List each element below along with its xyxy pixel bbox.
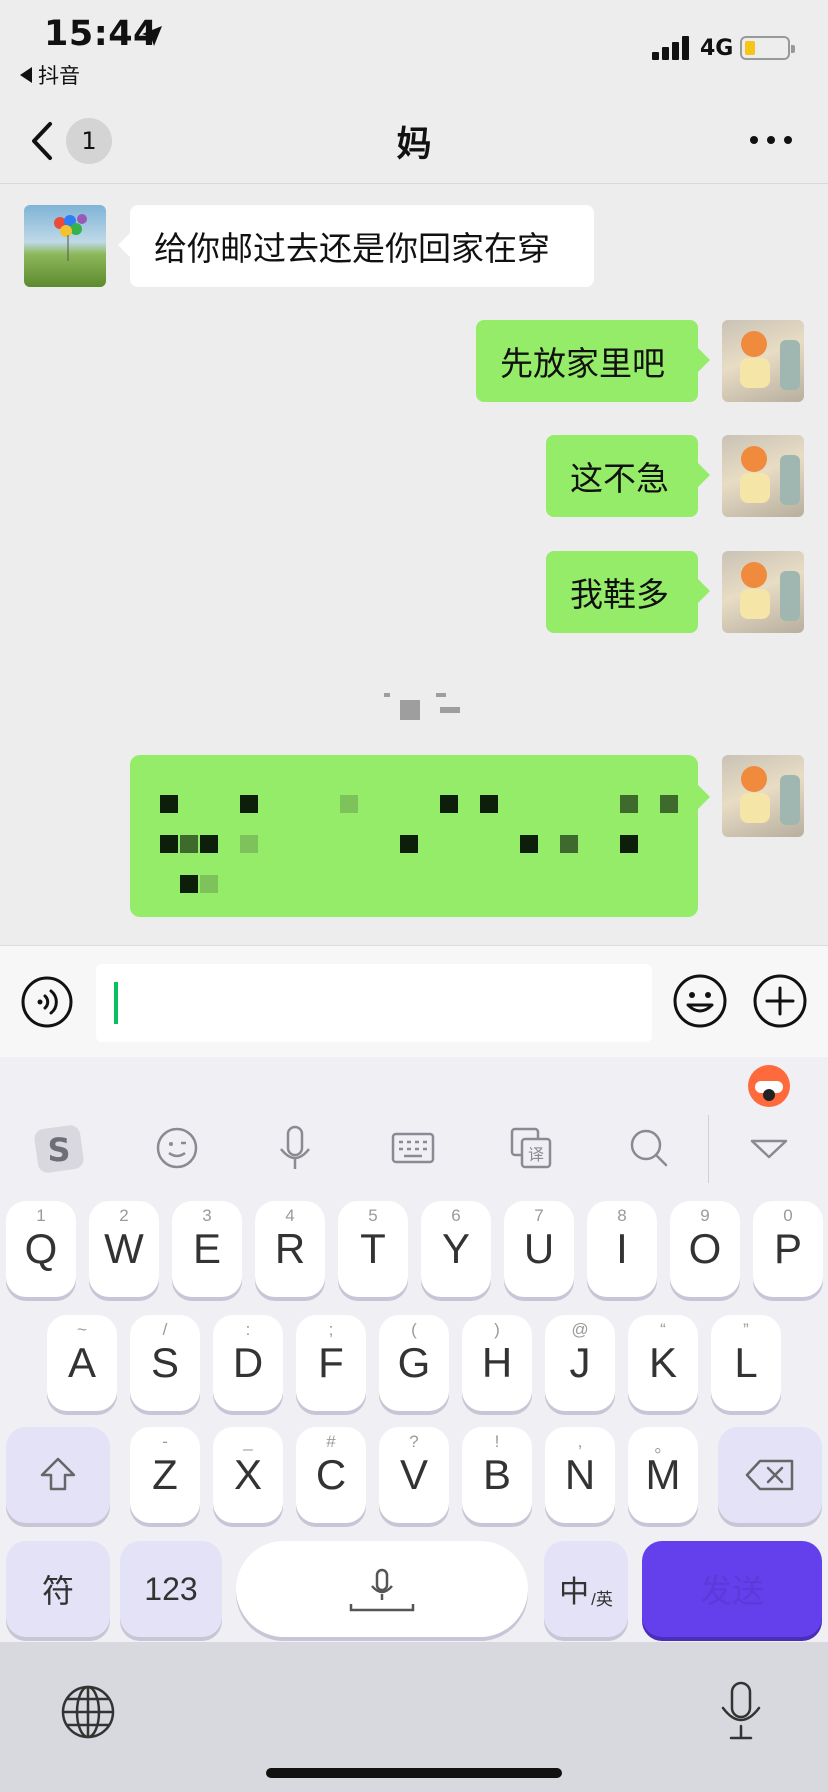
message-bubble[interactable]: 这不急 bbox=[546, 435, 710, 517]
key-u[interactable]: 7U bbox=[504, 1201, 574, 1297]
microphone-icon[interactable] bbox=[266, 1119, 324, 1177]
key-i[interactable]: 8I bbox=[587, 1201, 657, 1297]
key-p[interactable]: 0P bbox=[753, 1201, 823, 1297]
home-indicator[interactable] bbox=[266, 1768, 562, 1778]
back-to-app-link[interactable]: 抖音 bbox=[20, 60, 80, 90]
key-a[interactable]: ~ A bbox=[47, 1315, 117, 1411]
key-f[interactable]: ; F bbox=[296, 1315, 366, 1411]
key-l[interactable]: ” L bbox=[711, 1315, 781, 1411]
input-bar bbox=[0, 945, 828, 1057]
key-k[interactable]: “K bbox=[628, 1315, 698, 1411]
my-avatar[interactable] bbox=[722, 435, 804, 517]
shift-arrow-icon bbox=[40, 1457, 76, 1491]
key-j[interactable]: @ J bbox=[545, 1315, 615, 1411]
key-h[interactable]: ) H bbox=[462, 1315, 532, 1411]
backspace-icon bbox=[745, 1459, 794, 1491]
my-avatar[interactable] bbox=[722, 755, 804, 837]
emoji-icon[interactable] bbox=[672, 973, 728, 1029]
sogou-logo-icon[interactable]: S bbox=[30, 1119, 88, 1177]
anime-avatar-image bbox=[740, 331, 800, 390]
key-z[interactable]: -Z bbox=[130, 1427, 200, 1523]
key-v[interactable]: ? V bbox=[379, 1427, 449, 1523]
balloons-image bbox=[54, 214, 87, 261]
battery-icon bbox=[740, 36, 795, 60]
key-t[interactable]: 5T bbox=[338, 1201, 408, 1297]
key-s[interactable]: / S bbox=[130, 1315, 200, 1411]
message-input[interactable] bbox=[96, 964, 652, 1042]
contact-avatar[interactable] bbox=[24, 205, 106, 287]
keyboard-icon[interactable] bbox=[384, 1119, 442, 1177]
more-dots-icon[interactable] bbox=[748, 130, 794, 150]
globe-icon[interactable] bbox=[60, 1684, 116, 1740]
status-bar: 15:44 抖音 4G bbox=[0, 0, 828, 100]
voice-icon[interactable] bbox=[20, 975, 74, 1029]
collapse-icon[interactable] bbox=[740, 1119, 798, 1177]
message-text: 给你邮过去还是你回家在穿 bbox=[154, 229, 550, 268]
search-icon[interactable] bbox=[620, 1119, 678, 1177]
chat-header: 1 妈 bbox=[0, 100, 828, 184]
key-b[interactable]: ! B bbox=[462, 1427, 532, 1523]
signal-icon bbox=[652, 36, 689, 60]
key-e[interactable]: 3E bbox=[172, 1201, 242, 1297]
language-switch-key[interactable]: 中/英 bbox=[544, 1541, 628, 1637]
message-bubble[interactable]: 我鞋多 bbox=[546, 551, 710, 633]
chat-title: 妈 bbox=[396, 125, 432, 165]
send-button[interactable]: 发送 bbox=[642, 1541, 822, 1637]
message-text: 我鞋多 bbox=[570, 575, 669, 614]
key-d[interactable]: :D bbox=[213, 1315, 283, 1411]
svg-text:译: 译 bbox=[528, 1145, 544, 1164]
message-bubble[interactable]: 给你邮过去还是你回家在穿 bbox=[118, 205, 594, 287]
key-r[interactable]: 4R bbox=[255, 1201, 325, 1297]
anime-avatar-image bbox=[740, 562, 800, 621]
key-n[interactable]: ,N bbox=[545, 1427, 615, 1523]
svg-text:S: S bbox=[47, 1131, 70, 1169]
anime-avatar-image bbox=[740, 446, 800, 505]
shift-key[interactable] bbox=[6, 1427, 110, 1523]
emoji-face-icon[interactable] bbox=[148, 1119, 206, 1177]
my-avatar[interactable] bbox=[722, 551, 804, 633]
back-app-label: 抖音 bbox=[38, 64, 80, 88]
plus-icon[interactable] bbox=[752, 973, 808, 1029]
key-x[interactable]: _ X bbox=[213, 1427, 283, 1523]
location-arrow-icon bbox=[142, 26, 162, 46]
anime-avatar-image bbox=[740, 766, 800, 825]
symbols-key[interactable]: 符 bbox=[6, 1541, 110, 1637]
key-g[interactable]: (G bbox=[379, 1315, 449, 1411]
translate-icon[interactable]: 译 bbox=[502, 1119, 560, 1177]
message-text: 先放家里吧 bbox=[500, 344, 665, 383]
key-q[interactable]: 1Q bbox=[6, 1201, 76, 1297]
space-mic-icon bbox=[349, 1568, 415, 1612]
dictation-mic-icon[interactable] bbox=[718, 1680, 764, 1742]
numbers-key[interactable]: 123 bbox=[120, 1541, 222, 1637]
key-m[interactable]: 。 M bbox=[628, 1427, 698, 1523]
my-avatar[interactable] bbox=[722, 320, 804, 402]
backspace-key[interactable] bbox=[718, 1427, 822, 1523]
back-triangle-icon bbox=[20, 67, 32, 83]
toolbar-divider bbox=[708, 1115, 709, 1183]
network-type: 4G bbox=[700, 36, 734, 61]
key-w[interactable]: 2W bbox=[89, 1201, 159, 1297]
text-caret bbox=[114, 982, 118, 1024]
message-bubble[interactable]: 先放家里吧 bbox=[476, 320, 710, 402]
keyboard-mascot-icon[interactable] bbox=[748, 1065, 790, 1107]
redacted-message-bubble[interactable] bbox=[130, 755, 710, 917]
system-keyboard-bar bbox=[0, 1642, 828, 1792]
key-y[interactable]: 6Y bbox=[421, 1201, 491, 1297]
keyboard: S 译 1Q 2W 3E 4R 5T 6Y 7U 8I 9O 0P ~ A / S … bbox=[0, 1057, 828, 1642]
key-o[interactable]: 9O bbox=[670, 1201, 740, 1297]
space-key[interactable] bbox=[236, 1541, 528, 1637]
key-c[interactable]: # C bbox=[296, 1427, 366, 1523]
message-text: 这不急 bbox=[570, 459, 669, 498]
message-list[interactable]: 给你邮过去还是你回家在穿 先放家里吧 这不急 我鞋多 bbox=[0, 185, 828, 945]
